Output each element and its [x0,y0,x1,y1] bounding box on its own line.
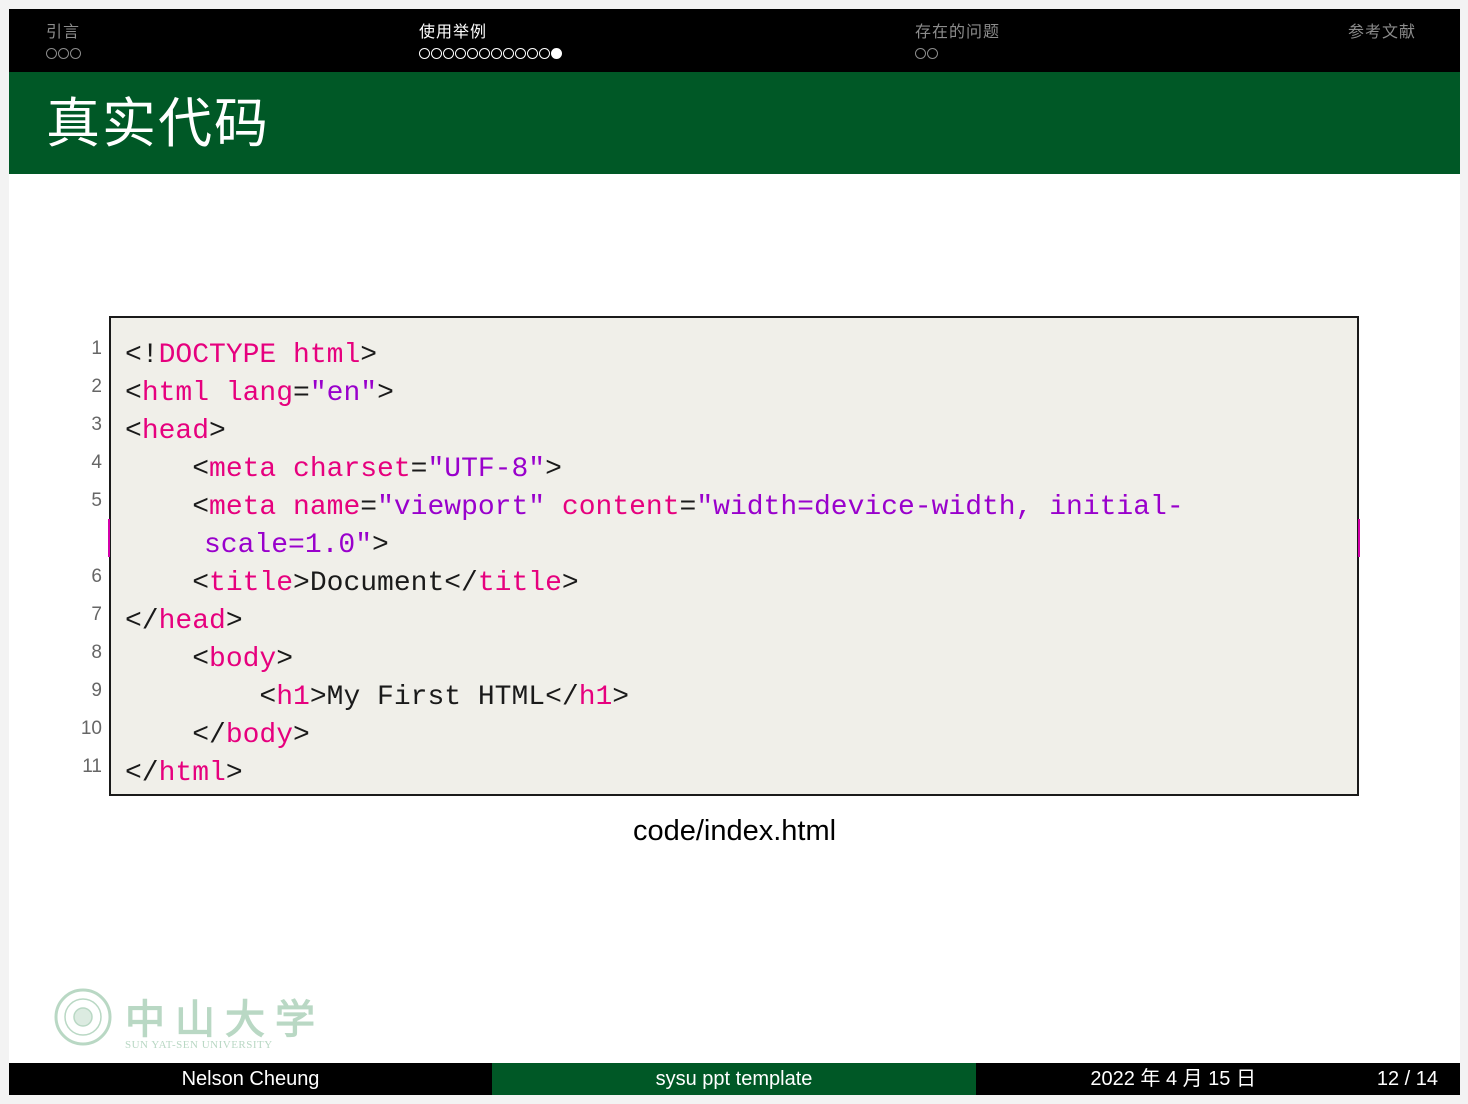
code-line: <head> [125,416,226,447]
line-number: 7 [91,604,102,625]
nav-section-title[interactable]: 存在的问题 [915,21,1000,43]
code-line: <title>Document</title> [125,568,579,599]
nav-slide-dot[interactable] [46,48,57,59]
code-line: </body> [125,720,310,751]
nav-dots [915,48,1000,60]
university-logo: 中山大学 SUN YAT-SEN UNIVERSITY [53,987,315,1053]
nav-slide-dot[interactable] [455,48,466,59]
university-seal-icon [54,988,112,1046]
code-line: </html> [125,758,243,789]
footer-date-page: 2022 年 4 月 15 日 12 / 14 [976,1063,1460,1095]
nav-slide-dot[interactable] [927,48,938,59]
nav-section-examples[interactable]: 使用举例 [419,21,562,60]
nav-slide-dot[interactable] [479,48,490,59]
nav-section-references[interactable]: 参考文献 [1348,21,1416,43]
footer: Nelson Cheung sysu ppt template 2022 年 4… [9,1063,1460,1095]
nav-slide-dot[interactable] [70,48,81,59]
nav-section-title[interactable]: 参考文献 [1348,21,1416,43]
nav-slide-dot[interactable] [515,48,526,59]
code-line: <html lang="en"> [125,378,394,409]
nav-slide-dot[interactable] [491,48,502,59]
code-line: <!DOCTYPE html> [125,340,378,371]
nav-dots [419,48,562,60]
nav-slide-dot[interactable] [431,48,442,59]
logo-english-name: SUN YAT-SEN UNIVERSITY [125,1039,273,1051]
line-number: 5 [91,490,102,511]
code-line: <h1>My First HTML</h1> [125,682,630,713]
code-listing: <!DOCTYPE html> <html lang="en"> <head> … [109,316,1359,796]
code-caption: code/index.html [632,815,837,847]
frame-title: 真实代码 [46,92,270,155]
nav-slide-dot[interactable] [539,48,550,59]
nav-slide-dot[interactable] [503,48,514,59]
nav-slide-dot[interactable] [443,48,454,59]
nav-slide-dot[interactable] [527,48,538,59]
line-number: 10 [80,718,102,739]
code-line: <body> [125,644,294,675]
nav-section-title[interactable]: 引言 [46,21,81,43]
nav-slide-dot[interactable] [58,48,69,59]
line-number: 2 [91,376,102,397]
line-wrap-marker [108,519,110,557]
nav-section-intro[interactable]: 引言 [46,21,81,60]
nav-slide-dot[interactable] [467,48,478,59]
footer-author-text: Nelson Cheung [181,1068,320,1090]
line-number: 4 [91,452,102,473]
line-number: 9 [91,680,102,701]
line-number: 11 [82,756,102,777]
footer-date: 2022 年 4 月 15 日 [1090,1068,1256,1090]
code-line: <meta charset="UTF-8"> [125,454,562,485]
code-line: </head> [125,606,243,637]
code-line-continuation: scale=1.0"> [204,530,389,561]
nav-slide-dot[interactable] [419,48,430,59]
nav-dots [46,48,81,60]
nav-section-problems[interactable]: 存在的问题 [915,21,1000,60]
footer-page-number: 12 / 14 [1376,1068,1438,1090]
line-number: 8 [91,642,102,663]
footer-author: Nelson Cheung [9,1063,492,1095]
code-line: <meta name="viewport" content="width=dev… [125,492,1184,523]
logo-wordmark: 中山大学 [125,996,325,1043]
frame-title-bar: 真实代码 [9,72,1460,174]
footer-title-text: sysu ppt template [655,1068,813,1090]
nav-slide-dot[interactable] [915,48,926,59]
line-number: 6 [91,566,102,587]
nav-section-title[interactable]: 使用举例 [419,21,562,43]
slide: 引言 使用举例 存在的问题 参考文献 真实代码 1 2 3 4 5 6 7 8 … [9,9,1460,1095]
line-wrap-marker [1358,519,1360,557]
line-number: 1 [91,338,102,359]
nav-slide-dot[interactable] [551,48,562,59]
footer-title: sysu ppt template [492,1063,976,1095]
section-navigation: 引言 使用举例 存在的问题 参考文献 [9,9,1460,72]
line-number: 3 [91,414,102,435]
